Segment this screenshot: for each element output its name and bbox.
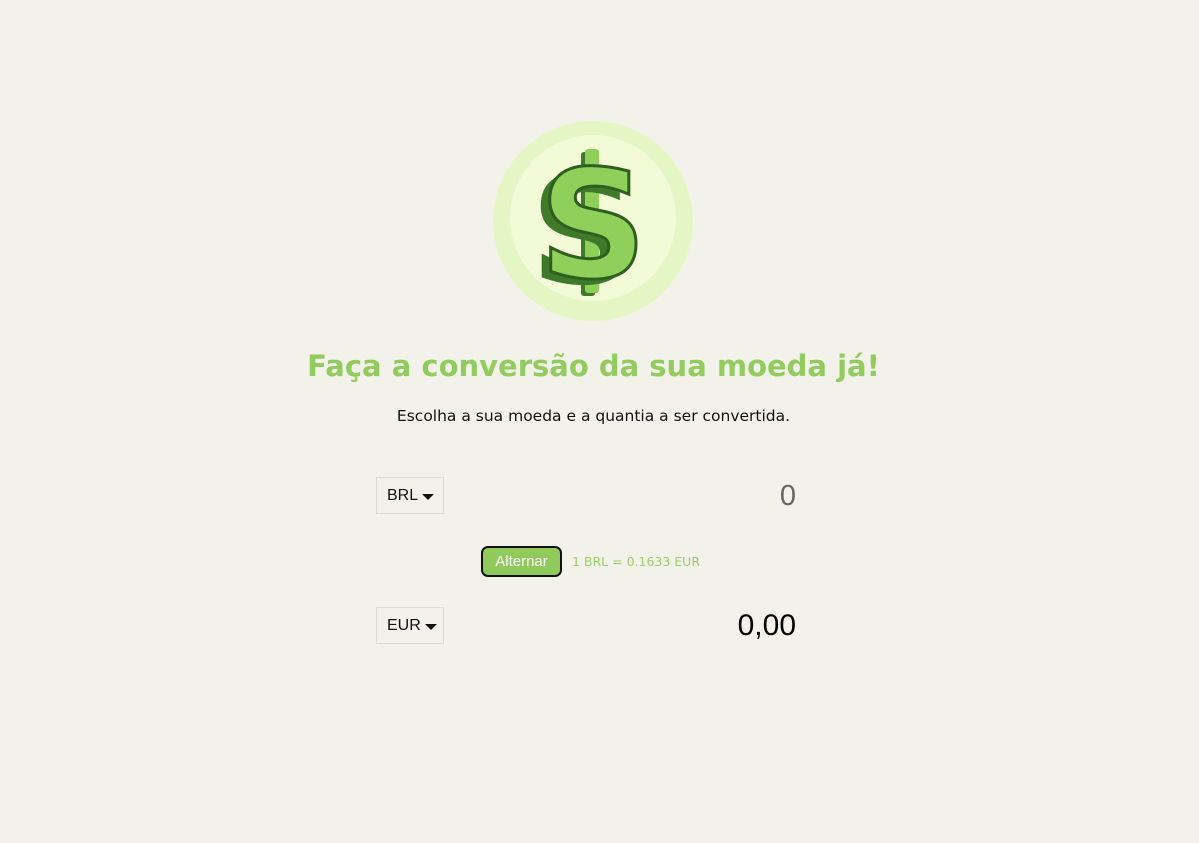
page-title: Faça a conversão da sua moeda já! bbox=[307, 349, 880, 383]
page: S S Faça a conversão da sua moeda já! Es… bbox=[0, 0, 1199, 843]
amount-input[interactable] bbox=[560, 476, 796, 516]
dollar-coin-icon: S S bbox=[493, 121, 693, 321]
from-currency-select[interactable]: BRL bbox=[376, 477, 444, 514]
swap-button[interactable]: Alternar bbox=[481, 546, 562, 577]
to-currency-label: EUR bbox=[387, 616, 421, 634]
chevron-down-icon bbox=[424, 623, 437, 630]
svg-text:S: S bbox=[539, 139, 647, 313]
from-currency-label: BRL bbox=[387, 486, 419, 504]
converted-amount: 0,00 bbox=[737, 609, 796, 642]
chevron-down-icon bbox=[422, 493, 435, 500]
exchange-rate-text: 1 BRL = 0.1633 EUR bbox=[572, 554, 701, 569]
page-subtitle: Escolha a sua moeda e a quantia a ser co… bbox=[396, 407, 791, 425]
to-currency-select[interactable]: EUR bbox=[376, 607, 444, 644]
